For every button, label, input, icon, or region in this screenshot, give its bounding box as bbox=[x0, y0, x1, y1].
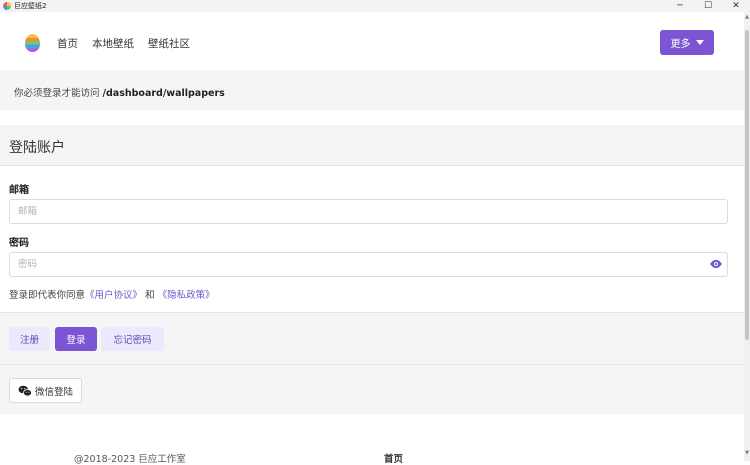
agree-prefix: 登录即代表你同意 bbox=[9, 290, 86, 301]
login-card-header: 登陆账户 bbox=[0, 125, 744, 166]
close-button[interactable]: ✕ bbox=[722, 0, 750, 12]
wechat-login-label: 微信登陆 bbox=[34, 386, 73, 398]
email-field[interactable] bbox=[9, 199, 728, 224]
login-actions: 注册 登录 忘记密码 bbox=[0, 312, 744, 364]
forgot-password-button[interactable]: 忘记密码 bbox=[101, 327, 164, 351]
scroll-up-icon[interactable]: ▲ bbox=[744, 14, 750, 24]
more-label: 更多 bbox=[670, 39, 691, 50]
password-label: 密码 bbox=[9, 238, 29, 249]
window-title: 巨应壁纸2 bbox=[14, 2, 47, 10]
email-label: 邮箱 bbox=[9, 185, 29, 196]
window-controls: ─ ☐ ✕ bbox=[666, 0, 750, 12]
maximize-button[interactable]: ☐ bbox=[694, 0, 722, 12]
footer-copyright: @2018-2023 巨应工作室 bbox=[74, 454, 186, 465]
agree-and: 和 bbox=[145, 290, 155, 301]
footer-home-link[interactable]: 首页 bbox=[384, 451, 403, 465]
app-icon bbox=[3, 2, 11, 10]
user-agreement-link[interactable]: 《用户协议》 bbox=[85, 290, 142, 301]
wechat-icon bbox=[18, 385, 32, 396]
app-logo-icon[interactable] bbox=[25, 34, 40, 52]
notice-text: 你必须登录才能访问 bbox=[14, 88, 100, 99]
vertical-scrollbar[interactable]: ▲ ▼ bbox=[744, 12, 750, 461]
wechat-login-area: 微信登陆 bbox=[0, 364, 744, 414]
privacy-policy-link[interactable]: 《隐私政策》 bbox=[158, 290, 215, 301]
caret-down-icon bbox=[695, 40, 704, 45]
register-button[interactable]: 注册 bbox=[9, 327, 50, 351]
nav-link-home[interactable]: 首页 bbox=[57, 36, 78, 51]
nav-link-local-wallpapers[interactable]: 本地壁纸 bbox=[92, 36, 134, 51]
minimize-button[interactable]: ─ bbox=[666, 0, 694, 12]
agreement-text: 登录即代表你同意《用户协议》 和 《隐私政策》 bbox=[9, 287, 215, 301]
page-footer: @2018-2023 巨应工作室 首页 bbox=[0, 414, 744, 465]
login-button[interactable]: 登录 bbox=[55, 327, 97, 351]
eye-icon[interactable] bbox=[709, 259, 723, 269]
nav-links: 首页 本地壁纸 壁纸社区 bbox=[57, 36, 190, 51]
nav-link-wallpaper-community[interactable]: 壁纸社区 bbox=[148, 36, 190, 51]
more-dropdown-button[interactable]: 更多 bbox=[660, 30, 714, 55]
password-field[interactable] bbox=[9, 252, 728, 277]
window-titlebar: 巨应壁纸2 ─ ☐ ✕ bbox=[0, 0, 750, 12]
scroll-down-icon[interactable]: ▼ bbox=[744, 450, 750, 460]
login-required-notice: 你必须登录才能访问/dashboard/wallpapers bbox=[0, 70, 744, 110]
wechat-login-button[interactable]: 微信登陆 bbox=[9, 378, 82, 403]
notice-path: /dashboard/wallpapers bbox=[102, 88, 225, 99]
top-navbar: 首页 本地壁纸 壁纸社区 更多 bbox=[0, 12, 744, 70]
scrollbar-thumb[interactable] bbox=[745, 30, 749, 340]
